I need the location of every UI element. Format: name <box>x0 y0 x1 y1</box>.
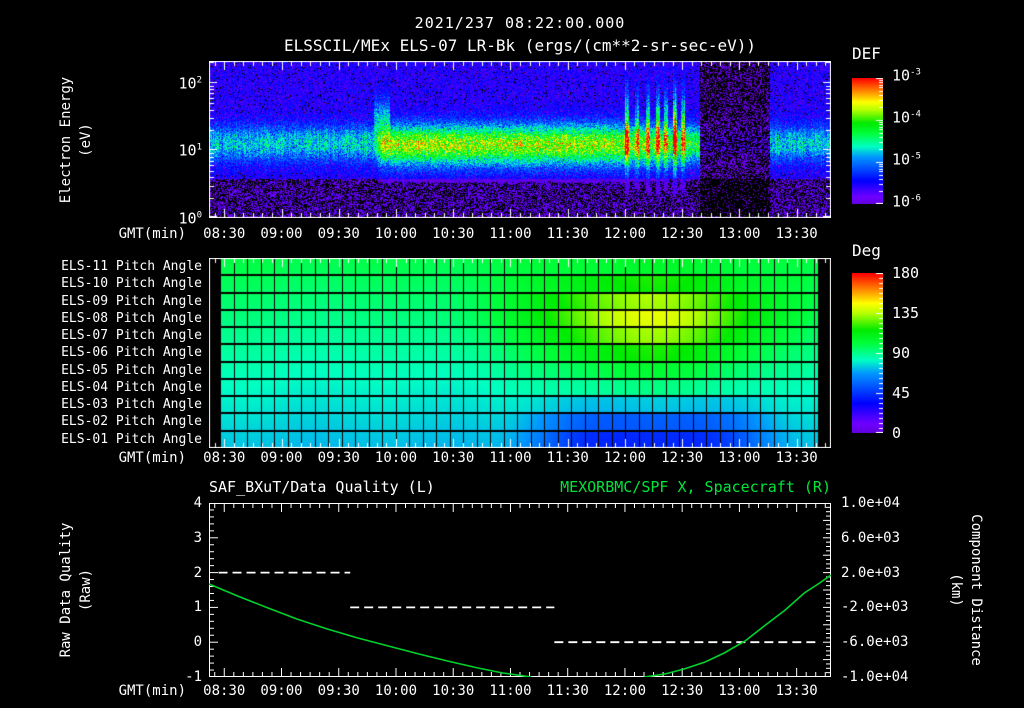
quality-distance-plot <box>209 503 831 677</box>
quality-tick-label: -1 <box>185 669 202 685</box>
def-colorbar <box>852 78 883 204</box>
pitch-row-label: ELS-04 Pitch Angle <box>61 379 202 395</box>
quality-tick-label: 3 <box>193 529 202 546</box>
gmt-tick-label: 12:00 <box>603 683 647 699</box>
pitch-row-label: ELS-05 Pitch Angle <box>61 362 202 378</box>
bottom-title-right: MEXORBMC/SPF X, Spacecraft (R) <box>560 478 831 496</box>
plot-frame <box>209 503 831 677</box>
gmt-tick-label: 13:30 <box>775 683 818 699</box>
quality-tick-label: 2 <box>193 564 202 581</box>
deg-tick-label: 45 <box>892 384 911 402</box>
gmt-tick-label: 12:00 <box>603 226 647 242</box>
gmt-tick-label: 11:30 <box>546 226 589 242</box>
gmt-tick-label: 13:30 <box>775 226 818 242</box>
gmt-tick-label: 10:00 <box>374 226 418 242</box>
spacecraft-x-curve <box>209 583 532 677</box>
def-tick-label: 10-4 <box>892 108 921 127</box>
bottom-title-left: SAF_BXuT/Data Quality (L) <box>209 478 435 496</box>
pitch-row-label: ELS-09 Pitch Angle <box>61 293 202 309</box>
def-tick-label: 10-3 <box>892 66 921 85</box>
gmt-tick-label: 13:00 <box>718 683 761 699</box>
deg-tick-label: 0 <box>892 424 902 442</box>
energy-tick-label: 100 <box>178 209 202 228</box>
distance-tick-label: 1.0e+04 <box>841 495 901 511</box>
gmt-tick-label: 08:30 <box>203 226 246 242</box>
gmt-tick-label: 09:00 <box>260 683 303 699</box>
distance-tick-label: 2.0e+03 <box>841 564 901 581</box>
spectrogram-canvas <box>209 61 831 218</box>
pitch-angle-canvas <box>209 258 831 448</box>
gmt-tick-row-1: 08:30 09:00 09:30 10:00 10:30 11:00 11:30 12:00… <box>0 226 1024 242</box>
plot-screen: 2021/237 08:22:00.000 ELSSCIL/MEx ELS-07… <box>0 0 1024 708</box>
gmt-tick-label: 09:00 <box>260 226 303 242</box>
title-datetime: 2021/237 08:22:00.000 <box>414 14 626 32</box>
gmt-tick-label: 12:30 <box>661 226 704 242</box>
gmt-tick-label: 10:30 <box>432 683 475 699</box>
gmt-tick-label: 11:00 <box>489 226 532 242</box>
gmt-tick-row-3: 08:30 09:00 09:30 10:00 10:30 11:00 11:30 12:00… <box>0 683 1024 699</box>
gmt-tick-label: 11:00 <box>489 683 532 699</box>
gmt-tick-label: 11:30 <box>546 683 589 699</box>
pitch-row-label: ELS-01 Pitch Angle <box>61 431 202 447</box>
energy-tick-label: 102 <box>178 74 202 93</box>
gmt-tick-label: 13:00 <box>718 226 761 242</box>
pitch-row-labels: ELS-11 Pitch Angle ELS-10 Pitch Angle ELS-… <box>20 258 202 448</box>
deg-colorbar-title: Deg <box>852 241 881 260</box>
pitch-row-label: ELS-03 Pitch Angle <box>61 397 202 413</box>
gmt-tick-label: 12:00 <box>603 450 647 466</box>
distance-tick-label: 6.0e+03 <box>841 529 901 546</box>
pitch-row-label: ELS-08 Pitch Angle <box>61 310 202 326</box>
raw-quality-axis-label: Raw Data Quality (Raw) <box>58 522 94 658</box>
gmt-tick-label: 09:30 <box>317 226 360 242</box>
gmt-tick-label: 10:00 <box>374 683 418 699</box>
gmt-tick-label: 08:30 <box>203 450 246 466</box>
gmt-tick-label: 13:30 <box>775 450 818 466</box>
gmt-tick-label: 11:00 <box>489 450 532 466</box>
def-tick-label: 10-6 <box>892 192 921 211</box>
deg-tick-label: 180 <box>892 264 920 282</box>
gmt-tick-row-2: 08:30 09:00 09:30 10:00 10:30 11:00 11:30 12:00… <box>0 450 1024 466</box>
gmt-tick-label: 10:30 <box>432 226 475 242</box>
pitch-row-label: ELS-07 Pitch Angle <box>61 328 202 344</box>
gmt-tick-label: 10:30 <box>432 450 475 466</box>
def-colorbar-title: DEF <box>852 44 881 63</box>
gmt-tick-label: 12:30 <box>661 450 704 466</box>
quality-tick-label: 1 <box>193 599 202 616</box>
component-distance-axis-label: Component Distance (km) <box>948 514 984 666</box>
pitch-row-label: ELS-11 Pitch Angle <box>61 259 202 274</box>
deg-colorbar <box>852 273 883 433</box>
gmt-tick-label: 08:30 <box>203 683 246 699</box>
distance-tick-label: -6.0e+03 <box>841 634 909 651</box>
gmt-tick-label: 09:00 <box>260 450 303 466</box>
gmt-tick-label: 11:30 <box>546 450 589 466</box>
def-tick-label: 10-5 <box>892 150 921 169</box>
energy-tick-label: 101 <box>178 141 202 160</box>
gmt-tick-label: 09:30 <box>317 683 360 699</box>
gmt-tick-label: 10:00 <box>374 450 418 466</box>
electron-energy-axis-label: Electron Energy (eV) <box>58 76 94 204</box>
quality-tick-label: 4 <box>193 495 202 511</box>
quality-tick-label: 0 <box>193 634 202 651</box>
deg-tick-label: 135 <box>892 304 920 322</box>
pitch-row-label: ELS-06 Pitch Angle <box>61 345 202 361</box>
gmt-tick-label: 13:00 <box>718 450 761 466</box>
distance-tick-label: -1.0e+04 <box>841 669 909 685</box>
pitch-row-label: ELS-02 Pitch Angle <box>61 414 202 430</box>
spacecraft-x-curve <box>643 574 831 677</box>
gmt-tick-label: 09:30 <box>317 450 360 466</box>
gmt-tick-label: 12:30 <box>661 683 704 699</box>
pitch-row-label: ELS-10 Pitch Angle <box>61 276 202 292</box>
deg-tick-label: 90 <box>892 344 911 362</box>
distance-tick-label: -2.0e+03 <box>841 599 909 616</box>
